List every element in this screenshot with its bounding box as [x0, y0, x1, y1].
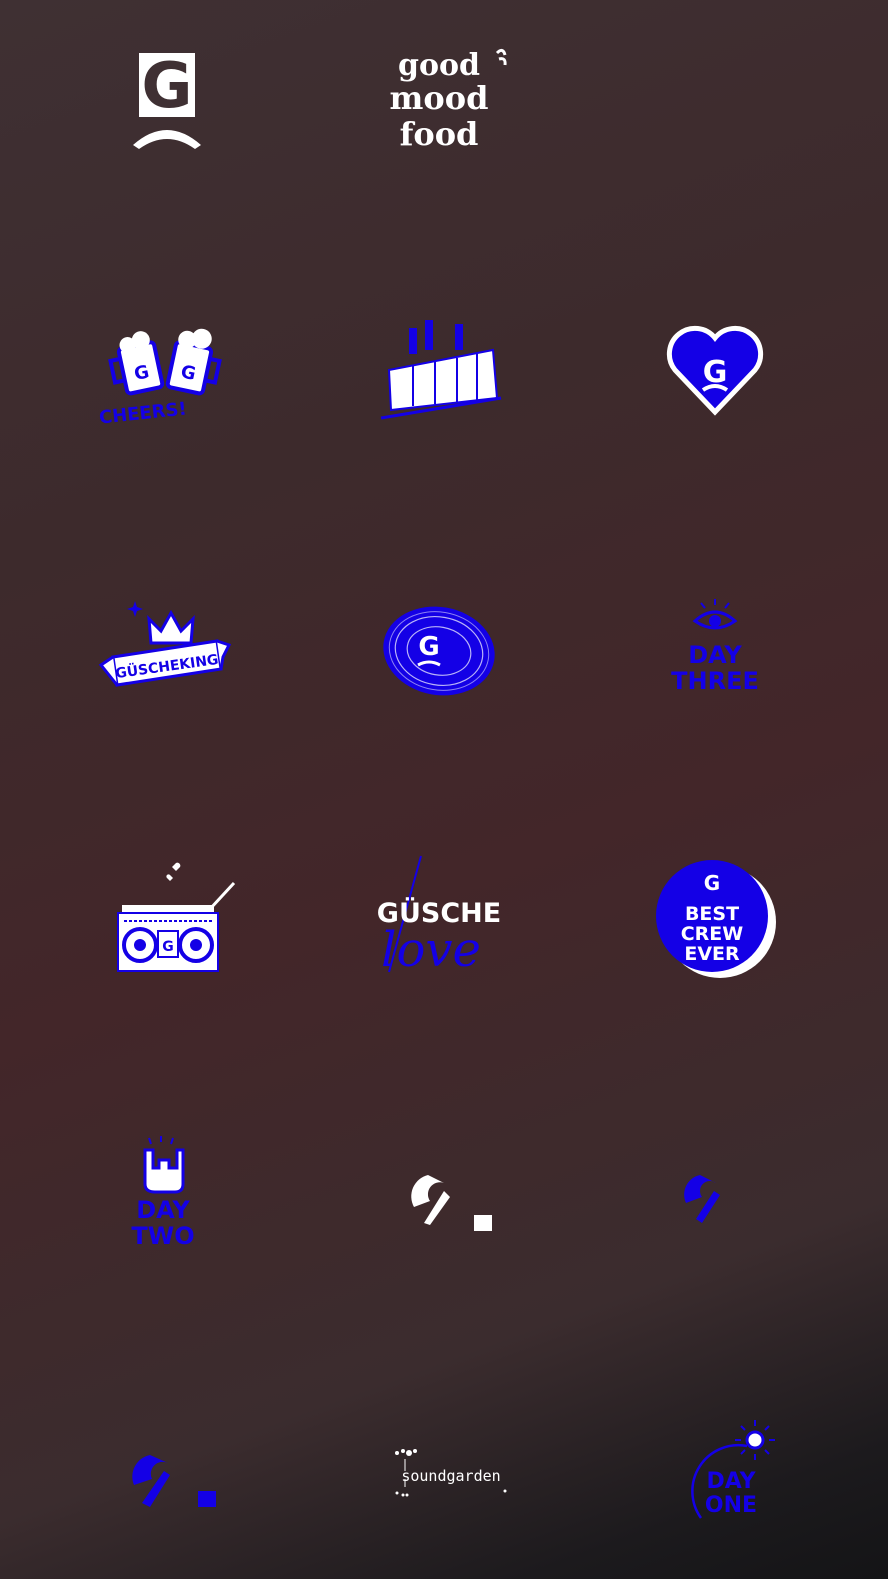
day-two-line1: DAY [136, 1196, 190, 1224]
day-two-line2: TWO [131, 1222, 194, 1250]
day-three-badge: DAY THREE [671, 599, 759, 695]
g-arc-icon [684, 1175, 720, 1223]
rock-hand-icon [143, 1136, 185, 1194]
soundgarden-text: soundgarden [401, 1467, 500, 1485]
best-text: BEST [685, 903, 739, 925]
train-car-icon [380, 320, 502, 420]
sticker-guscheking[interactable]: GÜSCHEKING [90, 580, 240, 720]
g-logo-icon: G [133, 49, 201, 149]
g-arc-icon [132, 1455, 216, 1507]
g-arc-icon [411, 1175, 492, 1231]
fingerprint-letter: G [418, 632, 439, 662]
sticker-day-three[interactable]: DAY THREE [640, 580, 790, 720]
boombox-icon: G [117, 862, 236, 972]
sticker-day-one[interactable]: DAY ONE [640, 1405, 790, 1545]
sticker-best-crew-ever[interactable]: G BEST CREW EVER [640, 845, 790, 985]
sticker-day-two[interactable]: DAY TWO [88, 1125, 238, 1265]
crew-text: CREW [681, 923, 744, 945]
day-one-badge: DAY ONE [691, 1420, 775, 1519]
guscheking-badge: GÜSCHEKING [98, 601, 232, 687]
sticker-train[interactable] [364, 300, 514, 440]
best-crew-letter: G [704, 871, 720, 895]
food-text: food [400, 115, 479, 153]
sticker-partial-logo-white[interactable] [364, 1125, 514, 1265]
crown-icon [147, 609, 195, 645]
day-three-line2: THREE [671, 667, 759, 695]
eye-icon [692, 599, 738, 630]
sticker-cheers[interactable]: G G CHEERS! [90, 300, 240, 440]
cheers-text: CHEERS! [98, 398, 188, 428]
sticker-fingerprint[interactable]: G [364, 580, 514, 720]
boombox-letter: G [162, 939, 174, 955]
sticker-boombox[interactable]: G [90, 845, 240, 985]
sticker-grid: G good mood food G G CHEERS! G GÜSCHEKIN… [0, 0, 888, 1579]
sun-icon [735, 1420, 775, 1460]
sticker-partial-logo-blue-bottom[interactable] [90, 1405, 240, 1545]
fingerprint-icon: G [383, 606, 495, 696]
sticker-soundgarden[interactable]: soundgarden [370, 1405, 520, 1545]
g-logo-letter: G [142, 49, 193, 122]
day-one-line2: ONE [705, 1493, 757, 1518]
sticker-heart[interactable]: G [640, 300, 790, 440]
day-one-line1: DAY [706, 1469, 756, 1494]
sticker-g-logo[interactable]: G [92, 30, 242, 170]
gusche-love-lettering: GÜSCHE love [377, 855, 501, 978]
sticker-good-mood-food[interactable]: good mood food [364, 30, 514, 170]
ever-text: EVER [684, 943, 740, 965]
good-text: good [398, 48, 480, 83]
good-mood-food-logo: good mood food [390, 48, 507, 153]
beer-mugs-icon: G G CHEERS! [98, 328, 222, 429]
sticker-partial-logo-blue[interactable] [640, 1125, 790, 1265]
best-crew-ever-badge: G BEST CREW EVER [656, 860, 776, 978]
love-script-text: love [381, 922, 481, 978]
heart-icon: G [666, 325, 764, 416]
mood-text: mood [390, 79, 489, 117]
day-two-badge: DAY TWO [131, 1136, 195, 1250]
sticker-gusche-love[interactable]: GÜSCHE love [364, 845, 514, 985]
day-three-line1: DAY [688, 641, 742, 669]
soundgarden-logo: soundgarden [395, 1449, 507, 1497]
